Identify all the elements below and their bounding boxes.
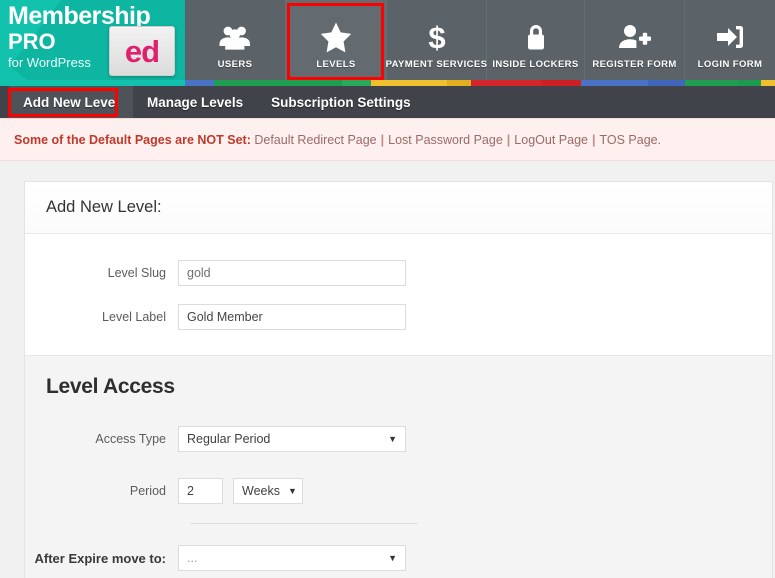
form-row-period: Period 2 Weeks ▼ xyxy=(25,469,772,513)
chevron-down-icon: ▼ xyxy=(388,553,397,563)
nav-item-users-label: USERS xyxy=(217,59,253,70)
chevron-down-icon: ▼ xyxy=(388,434,397,444)
nav-item-levels[interactable]: LEVELS xyxy=(286,0,387,86)
level-access-title: Level Access xyxy=(46,375,175,398)
color-strip-segment-3 xyxy=(342,80,371,86)
access-type-label: Access Type xyxy=(95,432,166,446)
notice-link-lost-password-page[interactable]: Lost Password Page xyxy=(388,133,503,147)
nav-item-login-form-label: LOGIN FORM xyxy=(697,59,763,70)
nav-item-payment-services[interactable]: $ PAYMENT SERVICES xyxy=(385,0,488,86)
tab-add-new-level[interactable]: Add New Level xyxy=(9,86,134,118)
level-access-section: Level Access Access Type Regular Period … xyxy=(25,355,772,578)
color-strip-segment-4 xyxy=(371,80,447,86)
notice-prefix: Some of the Default Pages are NOT Set: xyxy=(14,132,251,147)
period-label: Period xyxy=(129,484,166,498)
nav-items-container: USERS LEVELS $ PAYMENT SERVICES INSIDE L… xyxy=(185,0,775,86)
panel-body: Level Slug gold Level Label Gold Member xyxy=(25,234,772,355)
nav-item-register-form-label: REGISTER FORM xyxy=(592,59,677,70)
color-strip-segment-11 xyxy=(739,80,761,86)
color-strip-segment-5 xyxy=(447,80,471,86)
ed-badge-label: ed xyxy=(124,33,160,69)
level-slug-input[interactable]: gold xyxy=(178,260,406,286)
nav-item-levels-label: LEVELS xyxy=(316,59,356,70)
brand-logo: Membership PRO for WordPress ed xyxy=(0,0,185,86)
tab-add-new-level-label: Add New Level xyxy=(23,94,120,110)
login-arrow-icon xyxy=(715,20,745,54)
tab-manage-levels-label: Manage Levels xyxy=(147,94,244,110)
section-divider xyxy=(190,523,418,524)
after-expire-label: After Expire move to: xyxy=(34,550,166,566)
color-strip-segment-0 xyxy=(0,80,185,86)
color-strip-segment-1 xyxy=(185,80,214,86)
page-content: Add New Level: Level Slug gold Level Lab… xyxy=(0,161,775,578)
access-type-select[interactable]: Regular Period ▼ xyxy=(178,426,406,452)
level-slug-label: Level Slug xyxy=(107,266,166,280)
level-label-input[interactable]: Gold Member xyxy=(178,304,406,330)
tab-manage-levels[interactable]: Manage Levels xyxy=(133,86,257,118)
nav-item-inside-lockers-label: INSIDE LOCKERS xyxy=(492,59,579,70)
star-icon xyxy=(319,20,353,54)
nav-item-login-form[interactable]: LOGIN FORM xyxy=(685,0,775,86)
level-label-label: Level Label xyxy=(102,310,166,324)
notice-separator-2: | xyxy=(506,132,511,147)
chevron-down-icon: ▼ xyxy=(287,486,297,496)
tab-subscription-settings[interactable]: Subscription Settings xyxy=(257,86,425,118)
color-strip-segment-12 xyxy=(761,80,775,86)
ed-badge-icon: ed xyxy=(109,26,175,76)
after-expire-select[interactable]: ... ▼ xyxy=(178,545,406,571)
notice-separator-1: | xyxy=(380,132,385,147)
nav-item-users[interactable]: USERS xyxy=(185,0,286,86)
lock-icon xyxy=(523,20,549,54)
form-row-access-type: Access Type Regular Period ▼ xyxy=(25,417,772,461)
user-plus-icon xyxy=(618,20,652,54)
dollar-icon: $ xyxy=(426,20,448,54)
tab-subscription-settings-label: Subscription Settings xyxy=(271,94,411,110)
period-input[interactable]: 2 xyxy=(178,478,223,504)
notice-link-logout-page[interactable]: LogOut Page xyxy=(514,133,588,147)
nav-item-inside-lockers[interactable]: INSIDE LOCKERS xyxy=(487,0,585,86)
color-strip-segment-7 xyxy=(542,80,581,86)
access-type-value: Regular Period xyxy=(187,432,271,446)
color-strip-segment-2 xyxy=(214,80,342,86)
brand-line-1: Membership xyxy=(8,2,151,30)
users-icon xyxy=(218,20,252,54)
color-strip-segment-10 xyxy=(685,80,739,86)
after-expire-value: ... xyxy=(187,551,198,565)
color-strip-segment-6 xyxy=(471,80,542,86)
color-strip-segment-9 xyxy=(648,80,685,86)
default-pages-notice: Some of the Default Pages are NOT Set: D… xyxy=(0,118,775,161)
add-new-level-panel: Add New Level: Level Slug gold Level Lab… xyxy=(24,181,773,578)
color-strip-segment-8 xyxy=(581,80,648,86)
notice-link-default-redirect-page[interactable]: Default Redirect Page xyxy=(254,133,376,147)
form-row-after-expire: After Expire move to: ... ▼ xyxy=(25,536,772,578)
nav-item-register-form[interactable]: REGISTER FORM xyxy=(585,0,685,86)
form-row-level-label: Level Label Gold Member xyxy=(25,295,772,339)
form-row-level-slug: Level Slug gold xyxy=(25,251,772,295)
color-strip xyxy=(0,80,775,86)
period-unit-value: Weeks xyxy=(242,484,280,498)
notice-link-tos-page[interactable]: TOS Page. xyxy=(599,133,661,147)
notice-separator-3: | xyxy=(591,132,596,147)
period-unit-select[interactable]: Weeks ▼ xyxy=(233,478,303,504)
panel-title: Add New Level: xyxy=(25,182,772,234)
nav-item-payment-services-label: PAYMENT SERVICES xyxy=(385,59,488,70)
top-navigation-bar: Membership PRO for WordPress ed USERS LE… xyxy=(0,0,775,86)
tab-bar: Add New Level Manage Levels Subscription… xyxy=(0,86,775,118)
svg-text:$: $ xyxy=(428,21,445,53)
